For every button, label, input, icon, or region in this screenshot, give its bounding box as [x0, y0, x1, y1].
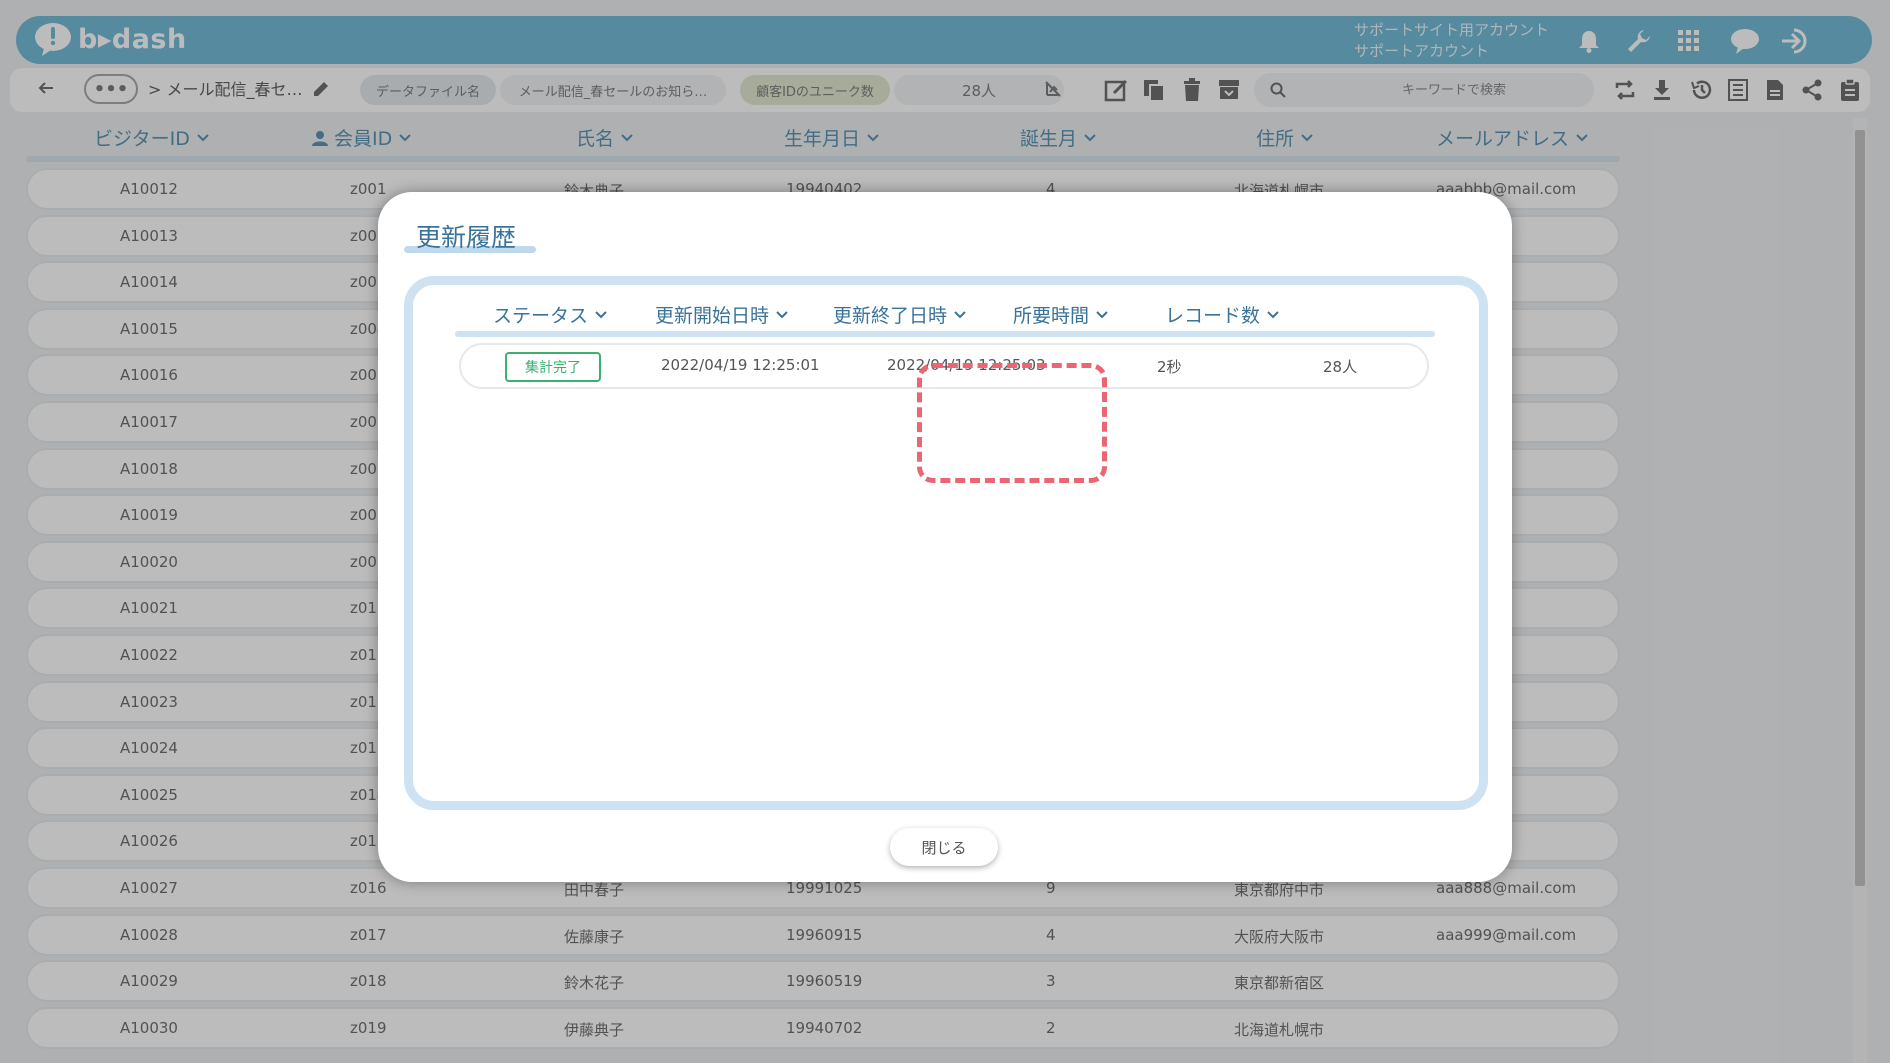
status-badge: 集計完了: [505, 352, 601, 382]
chevron-down-icon: [1267, 310, 1279, 318]
column-header-start-time[interactable]: 更新開始日時: [655, 301, 789, 328]
duration-cell: 2秒: [1157, 358, 1182, 376]
history-header-divider: [455, 331, 1435, 337]
column-header-end-time[interactable]: 更新終了日時: [833, 301, 967, 328]
start-time-cell: 2022/04/19 12:25:01: [661, 356, 820, 374]
column-header-duration[interactable]: 所要時間: [1013, 301, 1109, 328]
end-time-highlight-box: [917, 363, 1107, 483]
history-table-panel: ステータス 更新開始日時 更新終了日時 所要時間 レコード数 集計完了 2022…: [404, 276, 1488, 810]
update-history-dialog: 更新履歴 ステータス 更新開始日時 更新終了日時 所要時間 レコード数 集計完了…: [378, 192, 1512, 882]
chevron-down-icon: [595, 310, 607, 318]
dialog-title: 更新履歴: [416, 223, 517, 252]
chevron-down-icon: [954, 310, 966, 318]
column-header-status[interactable]: ステータス: [493, 301, 608, 328]
chevron-down-icon: [1096, 310, 1108, 318]
close-button[interactable]: 閉じる: [890, 828, 998, 866]
column-header-record-count[interactable]: レコード数: [1165, 301, 1280, 328]
chevron-down-icon: [776, 310, 788, 318]
record-count-cell: 28人: [1323, 358, 1358, 376]
